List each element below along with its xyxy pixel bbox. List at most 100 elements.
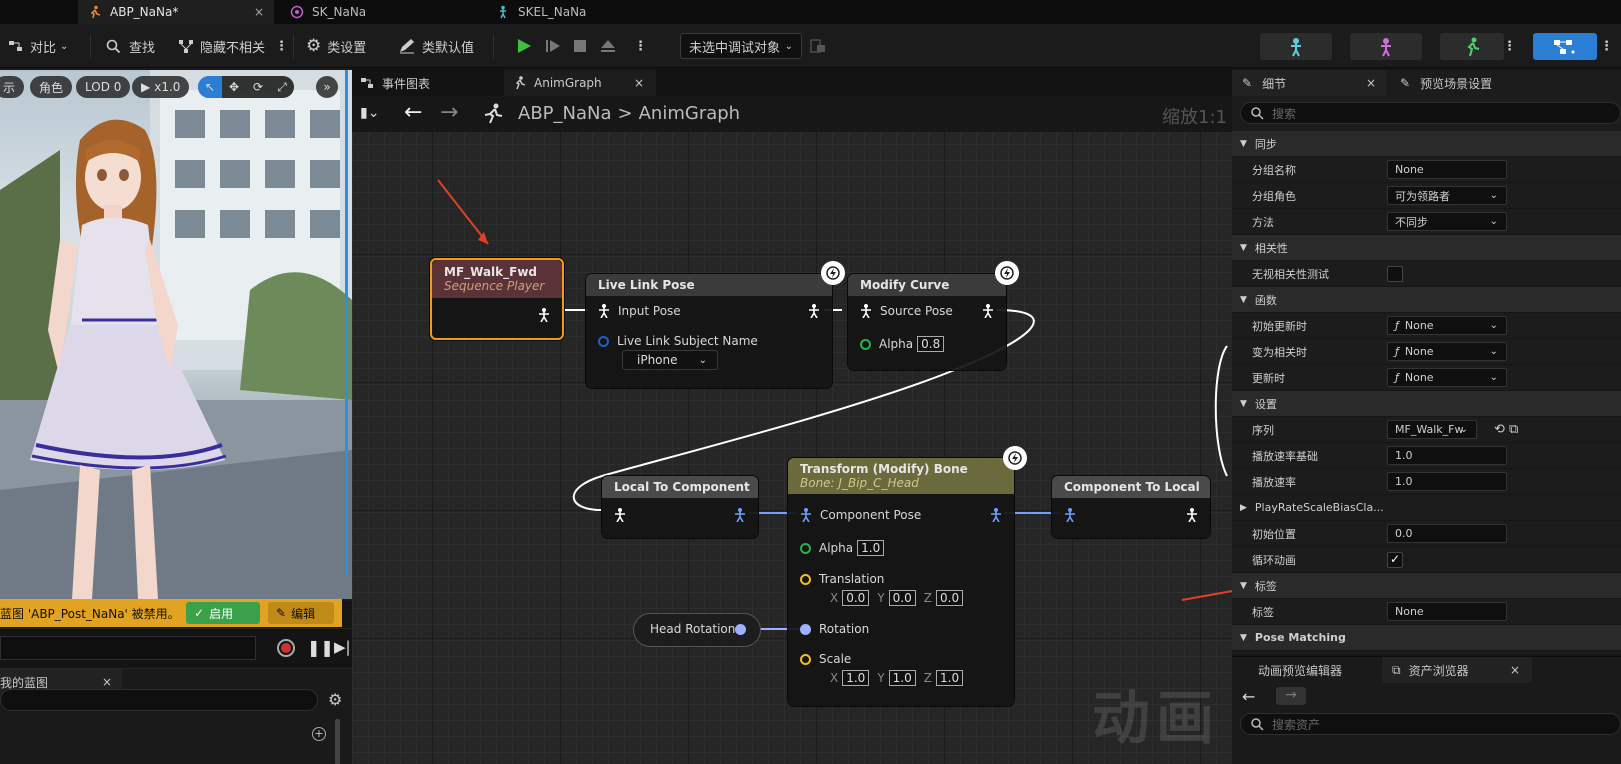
close-tab-icon[interactable]: × [254, 5, 264, 19]
class-defaults-button[interactable]: 类默认值 [398, 33, 474, 59]
step-forward-icon[interactable]: ▶| [334, 638, 351, 656]
details-property-row[interactable]: 序列 MF_Walk_Fw ⌄ ⟲ ⧉ [1232, 417, 1621, 443]
details-property-row[interactable]: ▶ PlayRateScaleBiasCla... [1232, 495, 1621, 521]
debug-target-dropdown[interactable]: 未选中调试对象 ⌄ [680, 33, 802, 59]
my-blueprint-search-input[interactable] [0, 689, 318, 711]
subject-name-pin[interactable]: Live Link Subject Name [598, 334, 758, 348]
scale-x[interactable]: 1.0 [842, 670, 870, 686]
source-pose-pin[interactable]: Source Pose [860, 304, 953, 318]
eject-button[interactable] [595, 33, 621, 59]
property-value-field[interactable]: ƒ None ⌄ [1387, 316, 1507, 335]
asset-browser-tab[interactable]: ⧉ 资产浏览器 × [1382, 657, 1532, 683]
details-property-row[interactable]: 分组名称 None [1232, 157, 1621, 183]
input-component-pose-pin[interactable] [1064, 508, 1076, 522]
property-value-field[interactable]: ƒ None ⌄ [1387, 342, 1507, 361]
tab-event-graph[interactable]: 事件图表 [352, 70, 502, 96]
scale-pin[interactable]: Scale [800, 652, 851, 666]
show-menu-button[interactable]: 示 [0, 76, 25, 98]
move-tool-icon[interactable]: ✥ [222, 80, 246, 94]
expand-toolbar-icon[interactable]: » [316, 76, 338, 98]
anim-preview-editor-tab[interactable]: 动画预览编辑器 [1232, 657, 1382, 683]
hide-unrelated-button[interactable]: 隐藏不相关 ⋮ [178, 33, 288, 59]
scale-y[interactable]: 1.0 [888, 670, 916, 686]
output-pose-pin[interactable] [808, 304, 820, 318]
output-pin-icon[interactable] [735, 624, 746, 635]
character-menu-button[interactable]: 角色 [30, 76, 73, 98]
property-checkbox[interactable] [1387, 266, 1403, 282]
diff-button[interactable]: 对比 ⌄ [8, 33, 68, 59]
transform-modify-bone-node[interactable]: Transform (Modify) Bone Bone: J_Bip_C_He… [788, 458, 1014, 706]
alpha-value[interactable]: 0.8 [917, 336, 945, 352]
property-value-field[interactable]: None [1387, 602, 1507, 621]
details-property-row[interactable]: 播放速率 1.0 [1232, 469, 1621, 495]
details-section-header[interactable]: ▼ Pose Matching [1232, 625, 1621, 651]
mesh-mode-button[interactable] [1350, 33, 1422, 60]
debug-filter-icon[interactable] [810, 33, 826, 59]
details-property-row[interactable]: 标签 None [1232, 599, 1621, 625]
details-property-row[interactable]: 初始更新时 ƒ None ⌄ [1232, 313, 1621, 339]
viewport-scene[interactable] [0, 70, 352, 599]
play-button[interactable] [511, 33, 537, 59]
enable-button[interactable]: ✓ 启用 [186, 602, 260, 624]
modify-curve-node[interactable]: Modify Curve Source Pose Alpha 0.8 [848, 274, 1006, 370]
details-property-row[interactable]: 方法 不同步 ⌄ [1232, 209, 1621, 235]
more-options-icon[interactable]: ⋮ [1600, 33, 1613, 59]
head-rotation-variable-node[interactable]: Head Rotation [634, 614, 760, 646]
details-property-row[interactable]: 播放速率基础 1.0 [1232, 443, 1621, 469]
anim-graph-canvas[interactable]: 动画 MF_Walk_Fwd Sequence Player Live Link… [352, 96, 1232, 764]
details-section-header[interactable]: ▼ 设置 [1232, 391, 1621, 417]
details-property-row[interactable]: 更新时 ƒ None ⌄ [1232, 365, 1621, 391]
class-settings-button[interactable]: ⚙ 类设置 [306, 33, 366, 59]
details-property-row[interactable]: 变为相关时 ƒ None ⌄ [1232, 339, 1621, 365]
tab-abp-nana[interactable]: ABP_NaNa* × [78, 0, 274, 24]
edit-button[interactable]: ✎ 编辑 [268, 602, 334, 624]
gear-icon[interactable]: ⚙ [328, 690, 342, 709]
component-to-local-node[interactable]: Component To Local [1052, 476, 1210, 538]
alpha-value[interactable]: 1.0 [857, 540, 885, 556]
property-value-field[interactable]: 0.0 [1387, 524, 1507, 543]
details-section-header[interactable]: ▼ 函数 [1232, 287, 1621, 313]
pause-icon[interactable]: ❚❚ [307, 638, 334, 657]
asset-search-input[interactable]: 搜索资产 [1240, 713, 1621, 735]
select-tool-icon[interactable]: ↖ [198, 76, 222, 98]
close-tab-icon[interactable]: × [634, 76, 644, 90]
rotation-pin[interactable]: Rotation [800, 622, 869, 636]
stop-button[interactable] [567, 33, 593, 59]
property-value-field[interactable]: 1.0 [1387, 446, 1507, 465]
lod-menu-button[interactable]: LOD 0 [76, 76, 131, 98]
details-search-input[interactable]: 搜索 [1240, 102, 1621, 124]
close-tab-icon[interactable]: × [1366, 76, 1376, 90]
add-icon[interactable]: + [312, 727, 326, 741]
alpha-pin[interactable]: Alpha 0.8 [860, 336, 945, 352]
details-property-row[interactable]: 循环动画 ✓ [1232, 547, 1621, 573]
close-tab-icon[interactable]: × [102, 675, 112, 689]
output-pose-pin[interactable] [982, 304, 994, 318]
property-value-field[interactable]: None [1387, 160, 1507, 179]
alpha-pin[interactable]: Alpha 1.0 [800, 540, 885, 556]
live-link-pose-node[interactable]: Live Link Pose Input Pose Live Link Subj… [586, 274, 832, 388]
forward-arrow-icon[interactable]: → [1276, 687, 1306, 705]
translation-y[interactable]: 0.0 [888, 590, 916, 606]
animation-mode-button[interactable] [1440, 33, 1504, 60]
details-property-row[interactable]: 无视相关性测试 [1232, 261, 1621, 287]
output-component-pose-pin[interactable] [734, 508, 746, 522]
component-pose-pin[interactable]: Component Pose [800, 508, 921, 522]
output-pose-pin[interactable] [538, 308, 550, 322]
details-tab[interactable]: ✎ 细节 × [1232, 70, 1386, 96]
local-to-component-node[interactable]: Local To Component [602, 476, 758, 538]
tab-sk-nana[interactable]: SK_NaNa [280, 0, 480, 24]
property-value-field[interactable]: 不同步 ⌄ [1387, 212, 1507, 231]
blueprint-mode-button[interactable] [1533, 33, 1597, 60]
browse-asset-icon[interactable]: ⟲ ⧉ [1494, 422, 1518, 437]
skeleton-mode-button[interactable] [1260, 33, 1332, 60]
property-value-field[interactable]: MF_Walk_Fw ⌄ [1387, 420, 1477, 439]
scale-tool-icon[interactable]: ⤢ [270, 80, 294, 95]
close-tab-icon[interactable]: × [1510, 663, 1520, 677]
tab-skel-nana[interactable]: SKEL_NaNa [486, 0, 686, 24]
details-section-header[interactable]: ▼ 同步 [1232, 131, 1621, 157]
scrollbar[interactable] [335, 719, 340, 764]
details-property-row[interactable]: 分组角色 可为领路者 ⌄ [1232, 183, 1621, 209]
property-value-field[interactable]: 1.0 [1387, 472, 1507, 491]
scale-z[interactable]: 1.0 [936, 670, 964, 686]
translation-pin[interactable]: Translation [800, 572, 884, 586]
